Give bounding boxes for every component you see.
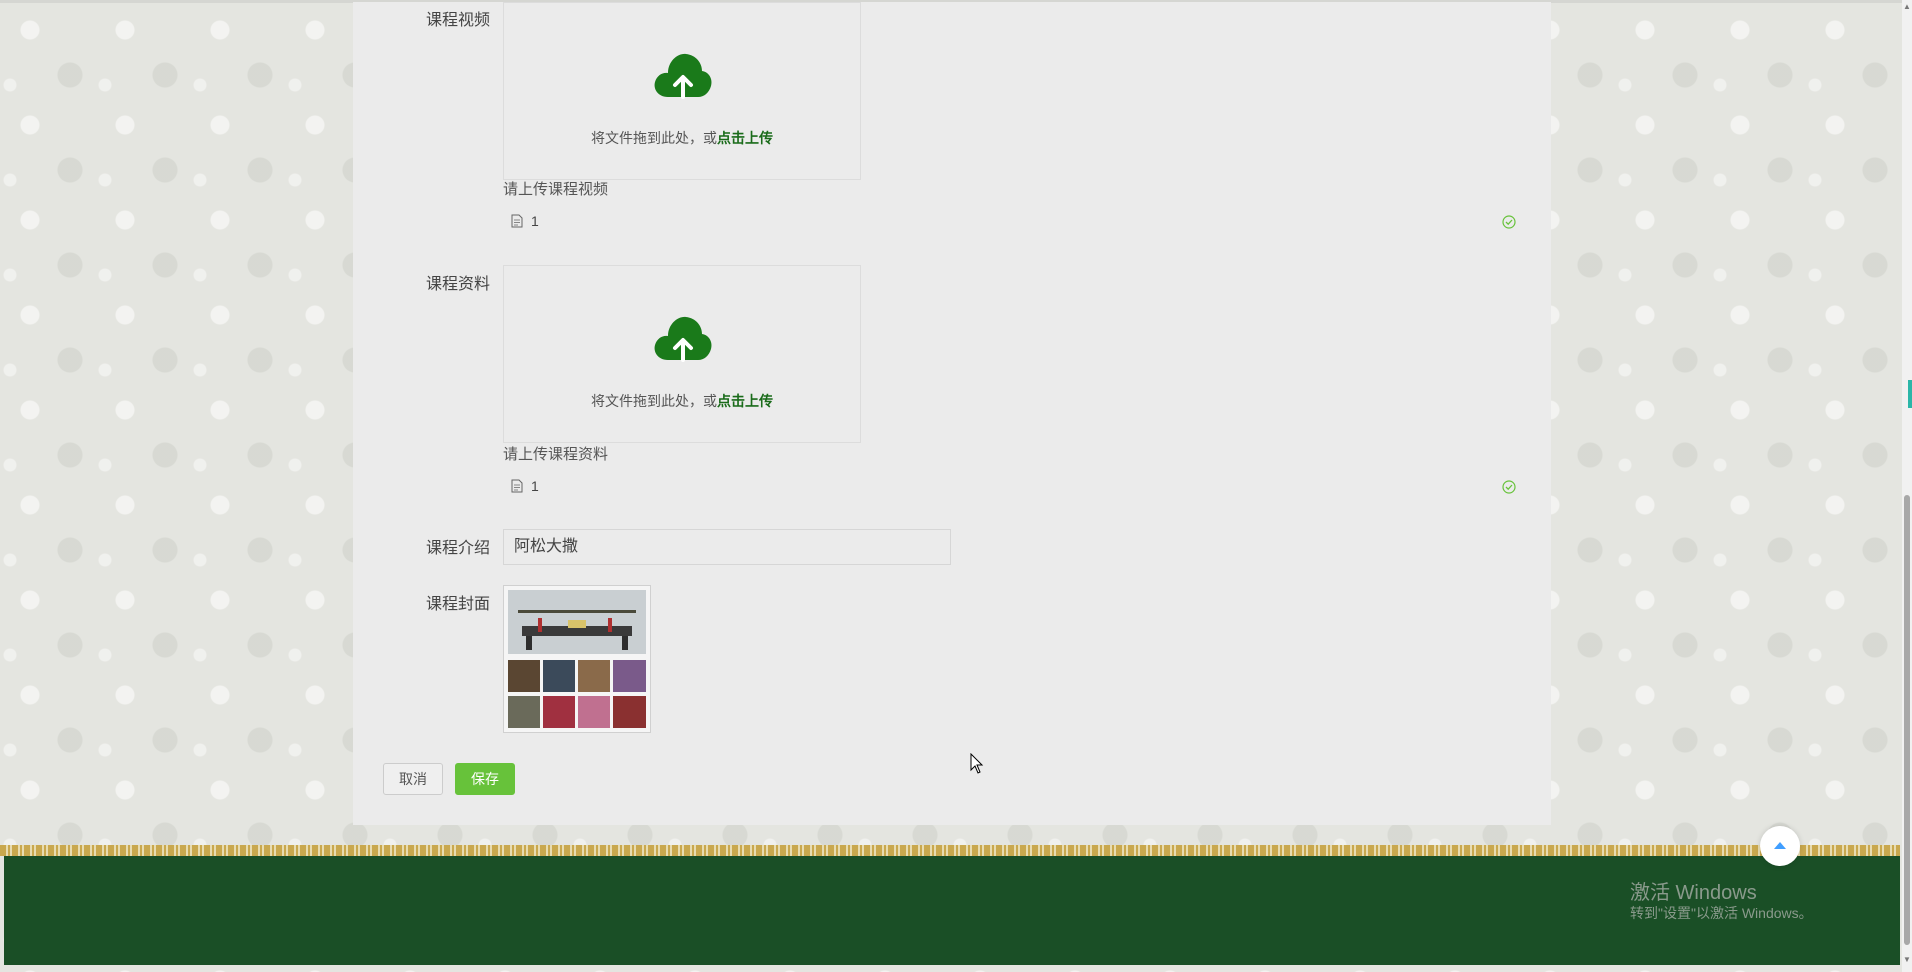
mouse-cursor-icon [970,753,984,774]
side-marker [1908,380,1912,408]
scroll-up-arrow-icon[interactable]: ▲ [1903,2,1911,11]
course-material-drop-text: 将文件拖到此处，或点击上传 [591,393,773,409]
page-footer [4,856,1900,965]
course-intro-input[interactable]: 阿松大撒 [503,529,951,565]
course-video-drop-text: 将文件拖到此处，或点击上传 [591,130,773,146]
decorative-border [0,845,1900,856]
course-cover-label: 课程封面 [425,596,490,613]
course-intro-label: 课程介绍 [425,540,490,557]
caret-up-icon [1774,842,1786,849]
circle-check-icon [1502,480,1516,494]
course-video-file-name: 1 [531,213,539,229]
course-material-dropzone[interactable]: 将文件拖到此处，或点击上传 [503,265,861,443]
windows-activation-subtitle: 转到"设置"以激活 Windows。 [1630,905,1813,921]
course-video-tip: 请上传课程视频 [503,181,609,198]
scrollbar-thumb[interactable] [1904,495,1910,945]
file-icon [511,214,523,228]
course-material-click-upload[interactable]: 点击上传 [717,393,773,409]
windows-activation-title: 激活 Windows [1630,882,1757,904]
course-material-file-name: 1 [531,478,539,494]
back-to-top-button[interactable] [1760,826,1800,866]
course-material-label: 课程资料 [425,276,490,293]
course-video-click-upload[interactable]: 点击上传 [717,130,773,146]
upload-cloud-icon [654,316,712,362]
save-button[interactable]: 保存 [455,763,515,795]
cover-thumbnail-image [508,590,646,728]
course-material-file-item[interactable]: 1 [511,475,539,497]
course-material-tip: 请上传课程资料 [503,446,609,463]
circle-check-icon [1502,215,1516,229]
course-cover-image[interactable] [503,585,651,733]
scroll-down-arrow-icon[interactable]: ▼ [1903,955,1911,964]
course-video-file-item[interactable]: 1 [511,210,539,232]
file-icon [511,479,523,493]
course-video-label: 课程视频 [425,12,490,29]
course-video-dropzone[interactable]: 将文件拖到此处，或点击上传 [503,2,861,180]
upload-cloud-icon [654,53,712,99]
cancel-button[interactable]: 取消 [383,763,443,795]
